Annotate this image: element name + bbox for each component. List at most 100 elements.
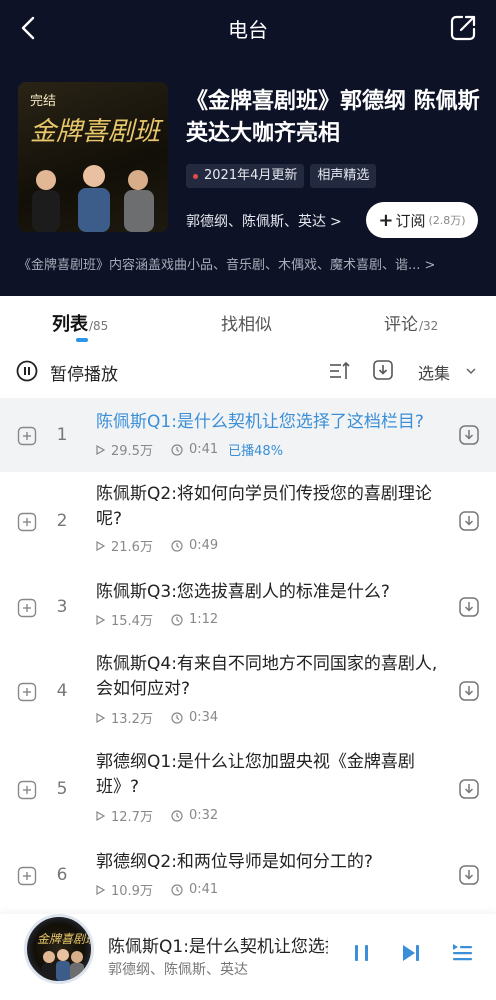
- subscribe-count: (2.8万): [428, 214, 466, 227]
- tab-comments[interactable]: 评论/32: [384, 310, 438, 335]
- episode-duration: 0:41: [188, 442, 219, 457]
- tab-bar: 列表/85 找相似 评论/32: [0, 296, 496, 348]
- download-icon[interactable]: [458, 864, 480, 886]
- add-to-playlist-icon[interactable]: [17, 866, 37, 886]
- tab-comments-label: 评论: [384, 315, 418, 335]
- svg-text:金牌喜剧班: 金牌喜剧班: [30, 117, 164, 147]
- episode-title[interactable]: 陈佩斯Q4:有来自不同地方不同国家的喜剧人,会如何应对?: [96, 652, 440, 702]
- page-title: 电台: [228, 18, 268, 42]
- episode-number: 2: [56, 511, 68, 531]
- download-icon[interactable]: [458, 778, 480, 800]
- episode-row[interactable]: 1 陈佩斯Q1:是什么契机让您选择了这档栏目? 29.5万 0:41 已播48%: [0, 398, 496, 472]
- update-tag-label: 2021年4月更新: [204, 168, 298, 183]
- episode-row[interactable]: 6 郭德纲Q2:和两位导师是如何分工的? 10.9万 0:41: [0, 846, 496, 914]
- episode-row[interactable]: 2 陈佩斯Q2:将如何向学员们传授您的喜剧理论呢? 21.6万 0:49: [0, 472, 496, 572]
- episode-duration: 1:12: [188, 612, 219, 627]
- now-playing-artists: 郭德纲、陈佩斯、英达: [108, 962, 248, 978]
- next-track-icon[interactable]: [400, 942, 422, 964]
- cover-logo: 金牌喜剧班: [30, 117, 164, 147]
- subscribe-label: 订阅: [395, 211, 426, 230]
- episode-row[interactable]: 4 陈佩斯Q4:有来自不同地方不同国家的喜剧人,会如何应对? 13.2万 0:3…: [0, 646, 496, 746]
- play-count: 15.4万: [111, 614, 153, 629]
- add-to-playlist-icon[interactable]: [17, 682, 37, 702]
- add-to-playlist-icon[interactable]: [17, 598, 37, 618]
- category-tag[interactable]: 相声精选: [310, 164, 377, 188]
- update-dot-icon: [193, 173, 198, 179]
- chevron-down-icon: [466, 368, 476, 375]
- share-button[interactable]: [448, 13, 478, 43]
- hosts-label: 郭德纲、陈佩斯、英达: [186, 214, 326, 230]
- add-to-playlist-icon[interactable]: [17, 426, 37, 446]
- episode-number: 4: [56, 681, 68, 701]
- plus-icon: +: [378, 209, 394, 231]
- add-to-playlist-icon[interactable]: [17, 512, 37, 532]
- pause-circle-icon[interactable]: [16, 360, 38, 382]
- mini-player[interactable]: 金牌喜剧班 陈佩斯Q1:是什么契机让您选择了这档栏目? 郭德纲、陈佩斯、英达: [0, 914, 496, 1000]
- episode-title[interactable]: 陈佩斯Q3:您选拔喜剧人的标准是什么?: [96, 580, 440, 605]
- play-count: 21.6万: [111, 540, 153, 555]
- tab-list[interactable]: 列表/85: [52, 310, 108, 336]
- album-description[interactable]: 《金牌喜剧班》内容涵盖戏曲小品、音乐剧、木偶戏、魔术喜剧、谐... >: [18, 254, 480, 273]
- clock-icon: [171, 613, 183, 626]
- play-count-icon: [96, 810, 105, 821]
- download-icon[interactable]: [458, 510, 480, 532]
- play-count: 10.9万: [111, 884, 153, 899]
- episode-meta: 21.6万 0:49: [96, 536, 218, 555]
- play-count: 29.5万: [111, 444, 153, 459]
- select-episodes-button[interactable]: 选集: [418, 360, 450, 384]
- album-cover[interactable]: 完结 金牌喜剧班: [18, 82, 168, 232]
- tab-comments-count: /32: [419, 319, 439, 333]
- album-hosts-link[interactable]: 郭德纲、陈佩斯、英达 >: [186, 211, 342, 231]
- playlist-icon[interactable]: [450, 942, 474, 964]
- tab-similar-label: 找相似: [221, 315, 272, 335]
- episode-number: 5: [56, 779, 68, 799]
- svg-text:金牌喜剧班: 金牌喜剧班: [37, 932, 94, 946]
- episode-number: 3: [56, 597, 68, 617]
- episode-duration: 0:49: [188, 538, 219, 553]
- description-text: 《金牌喜剧班》内容涵盖戏曲小品、音乐剧、木偶戏、魔术喜剧、谐...: [18, 258, 421, 273]
- episode-number: 6: [56, 865, 68, 885]
- download-all-icon[interactable]: [372, 359, 394, 381]
- episode-duration: 0:34: [188, 710, 219, 725]
- download-icon[interactable]: [458, 680, 480, 702]
- sort-icon[interactable]: [328, 360, 350, 382]
- download-icon[interactable]: [458, 596, 480, 618]
- tab-similar[interactable]: 找相似: [221, 310, 272, 335]
- list-toolbar: 暂停播放 选集: [0, 350, 496, 394]
- episode-meta: 12.7万 0:32: [96, 806, 218, 825]
- tab-list-label: 列表: [52, 314, 88, 335]
- album-title: 《金牌喜剧班》郭德纲 陈佩斯 英达大咖齐亮相: [186, 89, 480, 146]
- share-icon: [450, 15, 476, 41]
- download-icon[interactable]: [458, 424, 480, 446]
- episode-duration: 0:41: [188, 882, 219, 897]
- episode-row[interactable]: 5 郭德纲Q1:是什么让您加盟央视《金牌喜剧班》? 12.7万 0:32: [0, 746, 496, 846]
- add-to-playlist-icon[interactable]: [17, 780, 37, 800]
- pause-all-button[interactable]: 暂停播放: [50, 360, 118, 385]
- album-header: 电台 完结 金牌喜剧班 《金牌喜剧班》郭德纲 陈佩斯 英达大咖齐亮相 2021年…: [0, 0, 496, 296]
- chevron-right-icon: >: [330, 214, 342, 230]
- episode-row[interactable]: 3 陈佩斯Q3:您选拔喜剧人的标准是什么? 15.4万 1:12: [0, 572, 496, 646]
- clock-icon: [171, 539, 183, 552]
- tab-list-count: /85: [89, 319, 109, 333]
- episode-duration: 0:32: [188, 808, 219, 823]
- description-chevron-icon: >: [424, 258, 436, 273]
- episode-meta: 15.4万 1:12: [96, 610, 218, 629]
- episode-meta: 29.5万 0:41 已播48%: [96, 440, 283, 459]
- episode-meta: 13.2万 0:34: [96, 708, 218, 727]
- play-count: 12.7万: [111, 810, 153, 825]
- episode-title[interactable]: 郭德纲Q2:和两位导师是如何分工的?: [96, 850, 440, 875]
- episode-title[interactable]: 郭德纲Q1:是什么让您加盟央视《金牌喜剧班》?: [96, 750, 440, 800]
- pause-icon[interactable]: [352, 942, 372, 964]
- subscribe-button[interactable]: + 订阅 (2.8万): [366, 202, 478, 238]
- clock-icon: [171, 883, 183, 896]
- episode-number: 1: [56, 425, 68, 445]
- episode-title[interactable]: 陈佩斯Q1:是什么契机让您选择了这档栏目?: [96, 410, 440, 435]
- play-count-icon: [96, 540, 105, 551]
- update-tag: 2021年4月更新: [186, 164, 305, 188]
- now-playing-artwork[interactable]: 金牌喜剧班: [24, 914, 94, 984]
- episode-title[interactable]: 陈佩斯Q2:将如何向学员们传授您的喜剧理论呢?: [96, 482, 440, 532]
- play-count: 13.2万: [111, 712, 153, 727]
- album-tags: 2021年4月更新 相声精选: [186, 164, 377, 188]
- played-progress: 已播48%: [228, 444, 284, 459]
- now-playing-title: 陈佩斯Q1:是什么契机让您选择了这档栏目?: [108, 937, 328, 957]
